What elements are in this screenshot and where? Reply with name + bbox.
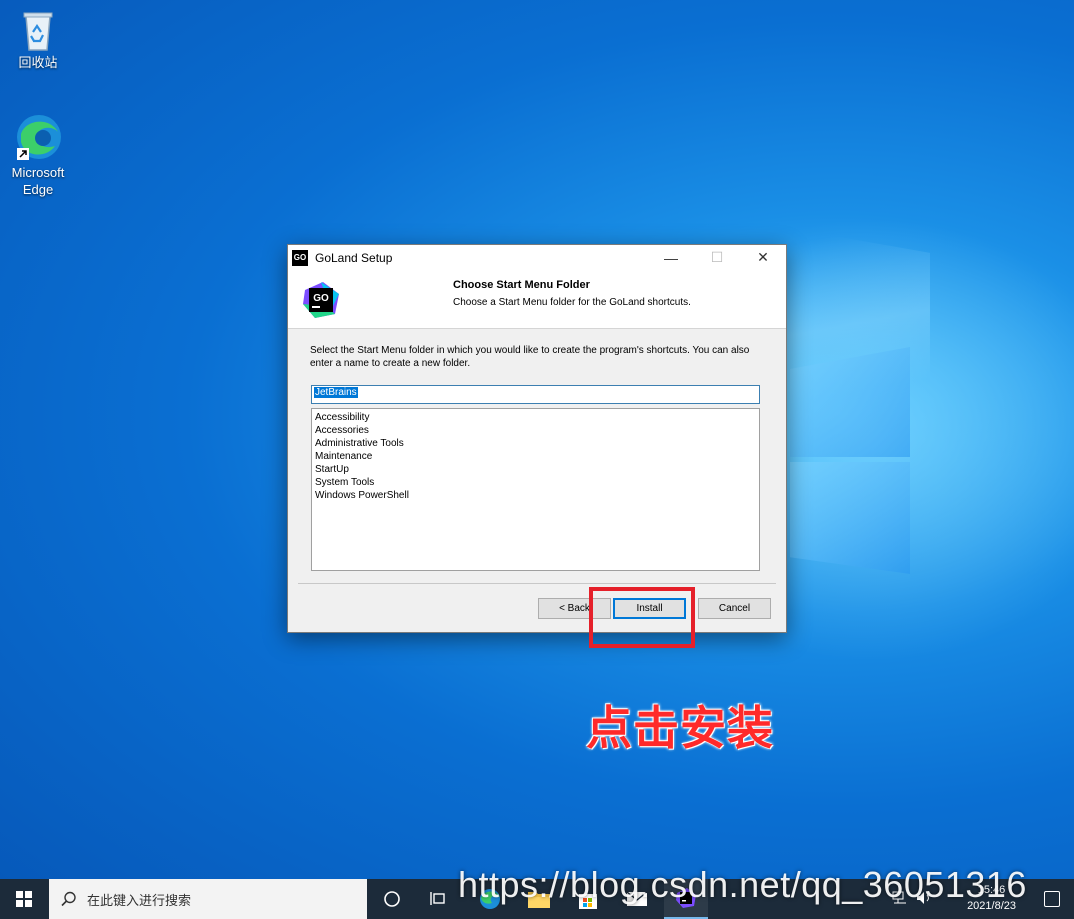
minimize-button[interactable]: — [648,245,694,270]
edge-icon [17,115,61,160]
cancel-button[interactable]: Cancel [698,598,771,619]
start-button[interactable] [0,879,48,919]
folder-list-item[interactable]: Administrative Tools [315,437,756,450]
header-subtitle: Choose a Start Menu folder for the GoLan… [453,297,691,308]
header-title: Choose Start Menu Folder [453,279,590,291]
start-menu-folder-input[interactable]: JetBrains [311,385,760,404]
start-menu-folder-list[interactable]: Accessibility Accessories Administrative… [311,408,760,571]
recycle-bin-icon [23,12,53,51]
windows-logo-icon [16,891,32,907]
cortana-icon [384,891,400,907]
search-icon [61,891,76,907]
wallpaper-window-pane [790,462,910,574]
dialog-header: GO Choose Start Menu Folder Choose a Sta… [288,270,786,329]
folder-list-item[interactable]: Accessibility [315,411,756,424]
watermark-text: https://blog.csdn.net/qq_36051316 [458,864,1027,905]
dialog-title: GoLand Setup [315,250,393,265]
desktop-icon-label: Microsoft Edge [11,165,65,197]
folder-list-item[interactable]: StartUp [315,463,756,476]
maximize-button: ☐ [710,249,724,265]
folder-list-item[interactable]: Windows PowerShell [315,489,756,502]
desktop-icon-recycle-bin[interactable]: 回收站 [0,8,76,71]
folder-input-value: JetBrains [314,387,358,398]
highlight-box [589,587,695,648]
search-placeholder: 在此键入进行搜索 [87,892,192,908]
close-button[interactable]: ✕ [740,245,786,270]
taskbar-search-box[interactable]: 在此键入进行搜索 [49,879,367,919]
notification-center-icon[interactable] [1044,891,1060,907]
button-separator [298,583,776,584]
cortana-button[interactable] [370,879,414,919]
goland-logo-icon: GO [303,282,339,318]
folder-list-item[interactable]: Maintenance [315,450,756,463]
logo-text: GO [313,293,329,304]
instructions-text: Select the Start Menu folder in which yo… [310,345,750,369]
setup-dialog: GO GoLand Setup — ☐ ✕ GO Choose Start Me… [287,244,787,633]
task-view-icon [430,892,445,905]
annotation-text: 点击安装 [586,702,774,754]
folder-list-item[interactable]: System Tools [315,476,756,489]
desktop-icon-edge[interactable]: Microsoft Edge [0,112,76,198]
task-view-button[interactable] [417,879,461,919]
goland-app-icon: GO [292,249,308,266]
folder-list-item[interactable]: Accessories [315,424,756,437]
dialog-titlebar[interactable]: GO GoLand Setup — ☐ ✕ [288,245,786,270]
desktop-icon-label: 回收站 [18,55,58,70]
